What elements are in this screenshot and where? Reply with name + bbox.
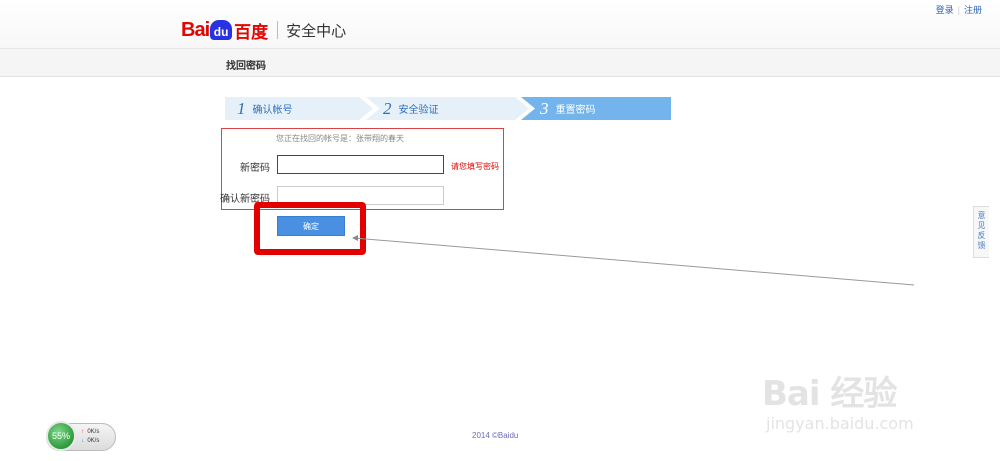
- up-arrow-icon: ↑: [81, 429, 84, 435]
- upload-speed-value: 0K/s: [87, 429, 100, 435]
- net-usage-gauge: 55%: [46, 421, 76, 451]
- network-speed-widget[interactable]: 55% ↑ 0K/s ↓ 0K/s: [46, 421, 116, 451]
- watermark-url: jingyan.baidu.com: [766, 414, 914, 433]
- down-arrow-icon: ↓: [81, 438, 84, 444]
- download-speed-value: 0K/s: [87, 438, 100, 444]
- watermark-brand: Bai 经验: [762, 374, 897, 414]
- upload-speed: ↑ 0K/s: [81, 429, 99, 435]
- footer-copyright: 2014 ©Baidu: [472, 431, 519, 440]
- feedback-label: 意见反馈: [977, 211, 986, 250]
- download-speed: ↓ 0K/s: [81, 438, 99, 444]
- feedback-tab[interactable]: 意见反馈: [973, 206, 989, 258]
- baidu-jingyan-watermark: Bai 经验 jingyan.baidu.com: [752, 352, 952, 442]
